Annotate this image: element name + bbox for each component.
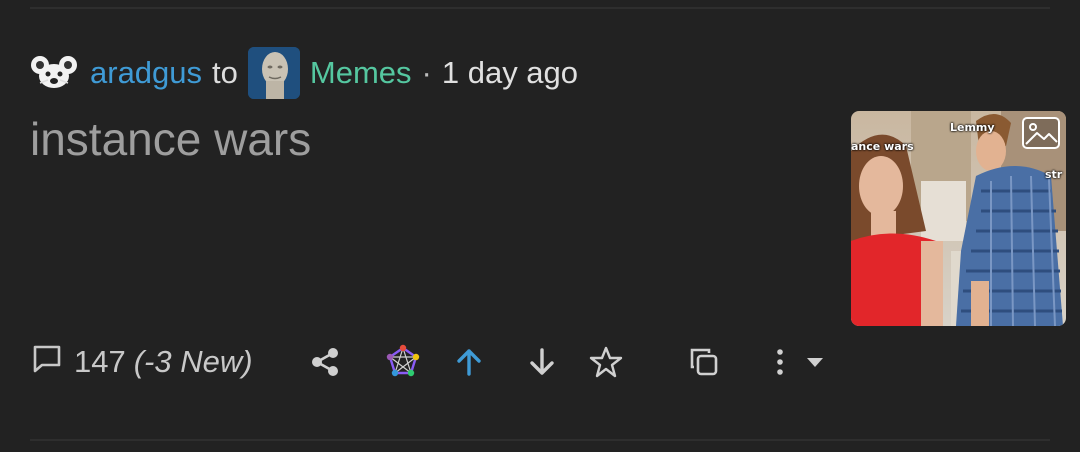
post-thumbnail[interactable]: Lemmy ance wars str — [851, 111, 1066, 326]
meta-separator: · — [421, 55, 432, 90]
to-label: to — [212, 55, 238, 90]
comment-icon — [30, 341, 64, 383]
comments-button[interactable]: 147 (-3 New) — [30, 341, 253, 383]
meme-man-icon[interactable] — [247, 47, 300, 99]
bottom-divider — [30, 439, 1050, 441]
image-icon — [1022, 117, 1060, 149]
caret-down-icon[interactable] — [802, 336, 828, 388]
share-icon[interactable] — [306, 336, 344, 388]
mouse-icon[interactable] — [30, 53, 80, 93]
thumbnail-caption: Lemmy — [950, 121, 995, 134]
thumbnail-caption: str — [1045, 168, 1063, 181]
copy-icon[interactable] — [686, 336, 722, 388]
post-time: 1 day ago — [441, 55, 579, 90]
more-vertical-icon[interactable] — [770, 336, 790, 388]
new-comments: (-3 New) — [133, 344, 253, 379]
fediverse-icon[interactable] — [384, 336, 422, 388]
post-actions: 147 (-3 New) — [30, 336, 253, 388]
community-link[interactable]: Memes — [310, 55, 412, 91]
comment-count: 147 — [74, 344, 126, 379]
upvote-icon[interactable] — [452, 336, 486, 388]
author-link[interactable]: aradgus — [90, 55, 202, 91]
post-title[interactable]: instance wars — [30, 112, 311, 166]
top-divider — [30, 7, 1050, 9]
thumbnail-caption: ance wars — [851, 140, 914, 153]
star-icon[interactable] — [588, 336, 624, 388]
downvote-icon[interactable] — [525, 336, 559, 388]
post-meta: aradgus to Memes · 1 day ago — [30, 47, 579, 99]
